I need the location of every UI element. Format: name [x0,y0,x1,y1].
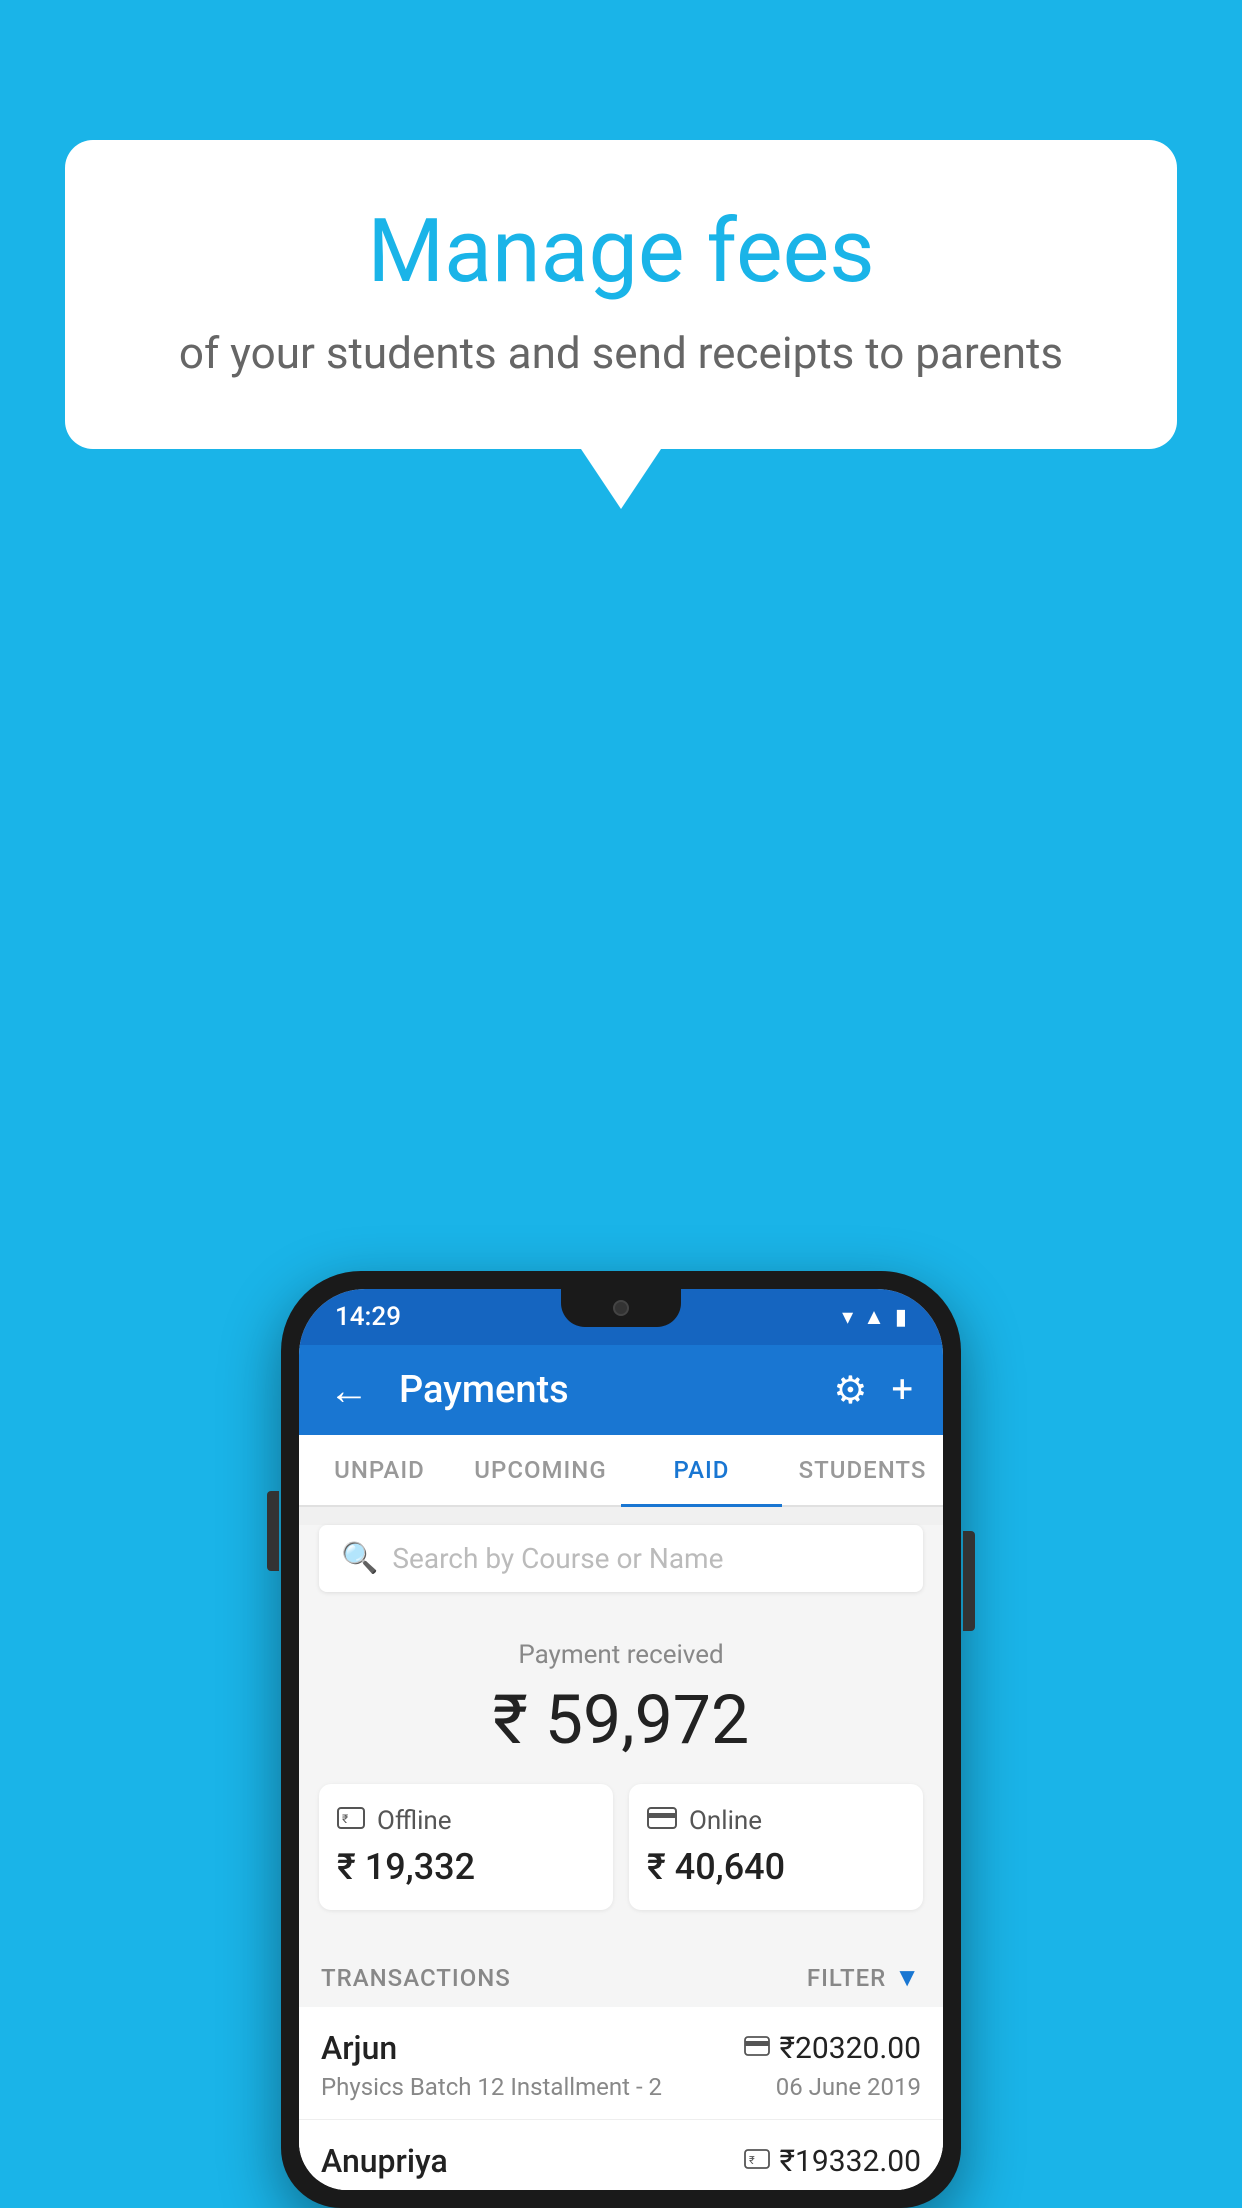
phone-wrapper: 14:29 ▾ ▲ ▮ ← Payments ⚙ + UNPAID [281,1271,961,2208]
transaction-online-icon [744,2034,770,2062]
transaction-course: Physics Batch 12 Installment - 2 [321,2073,662,2101]
offline-card-header: ₹ Offline [337,1806,595,1836]
online-amount: ₹ 40,640 [647,1846,905,1888]
phone-screen: 14:29 ▾ ▲ ▮ ← Payments ⚙ + UNPAID [299,1289,943,2190]
speech-bubble-tail [581,449,661,509]
transaction-name: Arjun [321,2029,397,2067]
search-placeholder[interactable]: Search by Course or Name [392,1542,723,1575]
tab-upcoming[interactable]: UPCOMING [460,1435,621,1505]
transaction-row-partial-top: Anupriya ₹ ₹19332.00 [321,2142,921,2180]
battery-icon: ▮ [895,1305,907,1330]
wifi-icon: ▾ [842,1305,853,1330]
transaction-offline-icon: ₹ [744,2147,770,2175]
online-type-label: Online [689,1806,762,1836]
offline-type-label: Offline [377,1806,452,1836]
back-button[interactable]: ← [329,1367,369,1414]
transaction-row[interactable]: Arjun ₹20320.00 Physics [299,2007,943,2120]
notch [561,1289,681,1327]
status-icons: ▾ ▲ ▮ [842,1304,907,1330]
payment-cards: ₹ Offline ₹ 19,332 [319,1784,923,1910]
tabs-bar: UNPAID UPCOMING PAID STUDENTS [299,1435,943,1507]
transactions-header: TRANSACTIONS FILTER ▼ [299,1940,943,2007]
payment-summary: Payment received ₹ 59,972 ₹ [299,1610,943,1930]
camera-notch [613,1300,629,1316]
transactions-label: TRANSACTIONS [321,1964,511,1992]
transaction-amount: ₹20320.00 [780,2031,921,2066]
tab-unpaid[interactable]: UNPAID [299,1435,460,1505]
add-icon[interactable]: + [891,1368,913,1412]
transaction-row-top: Arjun ₹20320.00 [321,2029,921,2067]
speech-bubble-container: Manage fees of your students and send re… [65,140,1177,509]
transaction-name-2: Anupriya [321,2142,448,2180]
phone-outer: 14:29 ▾ ▲ ▮ ← Payments ⚙ + UNPAID [281,1271,961,2208]
speech-bubble: Manage fees of your students and send re… [65,140,1177,449]
settings-icon[interactable]: ⚙ [833,1368,867,1413]
tab-paid[interactable]: PAID [621,1435,782,1505]
app-bar-actions: ⚙ + [833,1368,913,1413]
online-payment-icon [647,1806,677,1836]
filter-button[interactable]: FILTER ▼ [807,1962,921,1993]
search-icon: 🔍 [341,1541,378,1576]
offline-payment-icon: ₹ [337,1806,365,1836]
offline-amount: ₹ 19,332 [337,1846,595,1888]
online-card-header: Online [647,1806,905,1836]
payment-total-amount: ₹ 59,972 [319,1680,923,1760]
transaction-amount-wrap-2: ₹ ₹19332.00 [744,2144,921,2179]
speech-bubble-title: Manage fees [145,200,1097,303]
transaction-date: 06 June 2019 [776,2073,921,2101]
tab-students[interactable]: STUDENTS [782,1435,943,1505]
filter-icon: ▼ [894,1962,921,1993]
content-area: 🔍 Search by Course or Name Payment recei… [299,1525,943,2190]
online-payment-card: Online ₹ 40,640 [629,1784,923,1910]
filter-label: FILTER [807,1964,886,1992]
svg-text:₹: ₹ [342,1812,348,1826]
transaction-row-bottom: Physics Batch 12 Installment - 2 06 June… [321,2073,921,2101]
svg-text:₹: ₹ [749,2154,755,2167]
app-bar: ← Payments ⚙ + [299,1345,943,1435]
transaction-amount-2: ₹19332.00 [780,2144,921,2179]
speech-bubble-subtitle: of your students and send receipts to pa… [145,327,1097,379]
transaction-row-partial[interactable]: Anupriya ₹ ₹19332.00 [299,2120,943,2190]
search-bar[interactable]: 🔍 Search by Course or Name [319,1525,923,1592]
app-bar-title: Payments [399,1368,813,1412]
transaction-amount-wrap: ₹20320.00 [744,2031,921,2066]
status-bar: 14:29 ▾ ▲ ▮ [299,1289,943,1345]
payment-received-label: Payment received [319,1640,923,1670]
offline-payment-card: ₹ Offline ₹ 19,332 [319,1784,613,1910]
status-time: 14:29 [335,1302,401,1332]
signal-icon: ▲ [863,1304,885,1330]
